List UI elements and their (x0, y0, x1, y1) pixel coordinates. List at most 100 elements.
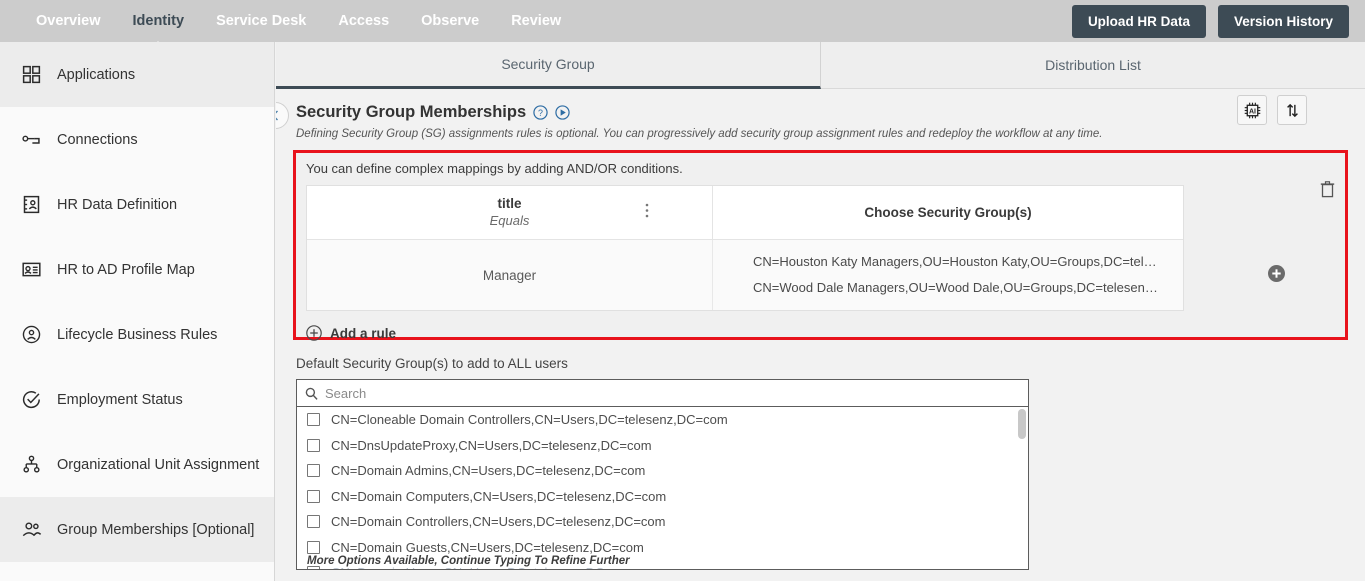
plus-circle-icon (306, 325, 322, 341)
delete-rule-button[interactable] (1320, 181, 1335, 203)
sidebar-item-label: Group Memberships [Optional] (57, 521, 255, 538)
header-action-buttons: AI (1237, 95, 1307, 125)
sidebar-item-hr-data-definition[interactable]: HR Data Definition (0, 172, 274, 237)
group-option-label: CN=Domain Guests,CN=Users,DC=telesenz,DC… (331, 539, 644, 555)
group-options-list[interactable]: CN=Cloneable Domain Controllers,CN=Users… (296, 407, 1029, 570)
main-content: Security Group Distribution List Security… (276, 42, 1365, 581)
trash-icon (1320, 181, 1335, 198)
sidebar-item-label: Organizational Unit Assignment (57, 456, 260, 473)
sidebar-item-label: Connections (57, 131, 138, 148)
group-option-checkbox[interactable] (307, 489, 320, 503)
group-icon (22, 522, 41, 537)
group-option-row[interactable]: CN=Domain Controllers,CN=Users,DC=telese… (297, 509, 1028, 535)
rule-table-header: title Equals Choose Security Group(s) (307, 186, 1183, 240)
rule-groups-cell: CN=Houston Katy Managers,OU=Houston Katy… (713, 240, 1183, 310)
group-option-row[interactable]: CN=DnsUpdateProxy,CN=Users,DC=telesenz,D… (297, 433, 1028, 459)
group-option-label: CN=Domain Admins,CN=Users,DC=telesenz,DC… (331, 463, 646, 479)
org-unit-icon (22, 455, 40, 473)
assigned-groups-list: CN=Houston Katy Managers,OU=Houston Katy… (731, 249, 1183, 301)
search-icon (305, 387, 318, 400)
chevron-left-icon (276, 110, 278, 121)
ai-chip-icon: AI (1244, 102, 1260, 118)
add-rule-label: Add a rule (330, 325, 397, 341)
add-security-group-button[interactable] (1268, 265, 1285, 282)
sort-arrows-icon (1286, 103, 1298, 117)
tab-security-group[interactable]: Security Group (276, 42, 821, 89)
svg-text:?: ? (538, 108, 543, 118)
sidebar-item-lifecycle-business-rules[interactable]: Lifecycle Business Rules (0, 302, 274, 367)
check-circle-icon (22, 391, 40, 409)
sidebar-item-connections[interactable]: Connections (0, 107, 274, 172)
group-option-row[interactable]: CN=Domain Admins,CN=Users,DC=telesenz,DC… (297, 458, 1028, 484)
reorder-button[interactable] (1277, 95, 1307, 125)
rule-condition-value[interactable]: Manager (307, 240, 713, 310)
nav-link-observe[interactable]: Observe (405, 0, 495, 42)
check-circle-icon (18, 387, 44, 413)
top-nav-links: Overview Identity Service Desk Access Observ… (0, 0, 577, 42)
question-circle-icon[interactable]: ? (533, 105, 548, 120)
sidebar-item-applications[interactable]: Applications (0, 42, 274, 107)
org-unit-icon (18, 452, 44, 478)
tab-distribution-list[interactable]: Distribution List (821, 42, 1365, 89)
group-option-checkbox[interactable] (307, 515, 320, 529)
lifecycle-icon (22, 325, 40, 344)
sidebar-item-label: Applications (57, 66, 136, 83)
grid-icon (18, 62, 44, 88)
assigned-group-item[interactable]: CN=Wood Dale Managers,OU=Wood Dale,OU=Gr… (753, 275, 1183, 301)
add-rule-button[interactable]: Add a rule (296, 311, 1345, 341)
group-option-row[interactable]: CN=Domain Computers,CN=Users,DC=telesenz… (297, 484, 1028, 510)
condition-attribute: title (497, 196, 522, 211)
sidebar-item-hr-to-ad-profile-map[interactable]: HR to AD Profile Map (0, 237, 274, 302)
group-option-checkbox[interactable] (307, 464, 320, 478)
sidebar-item-employment-status[interactable]: Employment Status (0, 367, 274, 432)
nav-link-service-desk[interactable]: Service Desk (200, 0, 322, 42)
hr-data-icon (18, 192, 44, 218)
nav-link-review[interactable]: Review (495, 0, 577, 42)
tab-bar: Security Group Distribution List (276, 42, 1365, 89)
group-option-checkbox[interactable] (307, 540, 320, 554)
play-circle-icon[interactable] (555, 105, 570, 120)
group-option-row[interactable]: CN=Cloneable Domain Controllers,CN=Users… (297, 407, 1028, 433)
version-history-button[interactable]: Version History (1217, 4, 1349, 38)
rule-hint-text: You can define complex mappings by addin… (306, 161, 683, 176)
group-search-input[interactable] (323, 384, 1020, 402)
upload-hr-data-button[interactable]: Upload HR Data (1071, 4, 1206, 38)
page-subtitle: Defining Security Group (SG) assignments… (296, 128, 1103, 140)
profile-map-icon (18, 257, 44, 283)
more-vertical-icon (645, 203, 649, 217)
sidebar: Applications Connections HR Data Definitio… (0, 42, 275, 581)
plus-circle-filled-icon (1268, 265, 1285, 282)
condition-column-header: title Equals (307, 186, 713, 239)
hr-data-icon (23, 195, 39, 214)
sidebar-item-organizational-unit-assignment[interactable]: Organizational Unit Assignment (0, 432, 274, 497)
groups-column-header: Choose Security Group(s) (864, 205, 1032, 220)
top-navigation-bar: Overview Identity Service Desk Access Observ… (0, 0, 1365, 42)
sidebar-item-label: Lifecycle Business Rules (57, 326, 218, 343)
group-option-checkbox[interactable] (307, 438, 320, 452)
group-icon (18, 517, 44, 543)
page-title-row: Security Group Memberships ? (296, 103, 1345, 122)
group-search-box[interactable] (296, 379, 1029, 407)
top-nav-actions: Upload HR Data Version History (1071, 4, 1365, 38)
sidebar-item-group-memberships-optional[interactable]: Group Memberships [Optional] (0, 497, 274, 562)
nav-link-overview[interactable]: Overview (20, 0, 117, 42)
rule-table-body: Manager CN=Houston Katy Managers,OU=Houst… (307, 240, 1183, 310)
group-option-checkbox[interactable] (307, 413, 320, 427)
nav-link-access[interactable]: Access (322, 0, 405, 42)
nav-link-identity[interactable]: Identity (117, 0, 201, 42)
default-groups-label: Default Security Group(s) to add to ALL … (296, 356, 568, 371)
group-list-scrollbar-thumb[interactable] (1018, 409, 1026, 439)
section-header: Security Group Memberships ? Defining Se… (276, 89, 1365, 140)
lifecycle-icon (18, 322, 44, 348)
assigned-group-item[interactable]: CN=Houston Katy Managers,OU=Houston Katy… (753, 249, 1183, 275)
sidebar-item-label: HR Data Definition (57, 196, 178, 213)
security-group-rule-card: You can define complex mappings by addin… (293, 150, 1348, 341)
sidebar-item-label: Employment Status (57, 391, 183, 408)
rule-table: title Equals Choose Security Group(s) Ma… (306, 185, 1184, 311)
ai-assist-button[interactable]: AI (1237, 95, 1267, 125)
svg-text:AI: AI (1248, 108, 1255, 115)
profile-map-icon (21, 262, 41, 277)
condition-options-button[interactable] (642, 200, 652, 226)
group-option-label: CN=Domain Controllers,CN=Users,DC=telese… (331, 514, 666, 530)
group-option-label: CN=Domain Computers,CN=Users,DC=telesenz… (331, 488, 667, 504)
